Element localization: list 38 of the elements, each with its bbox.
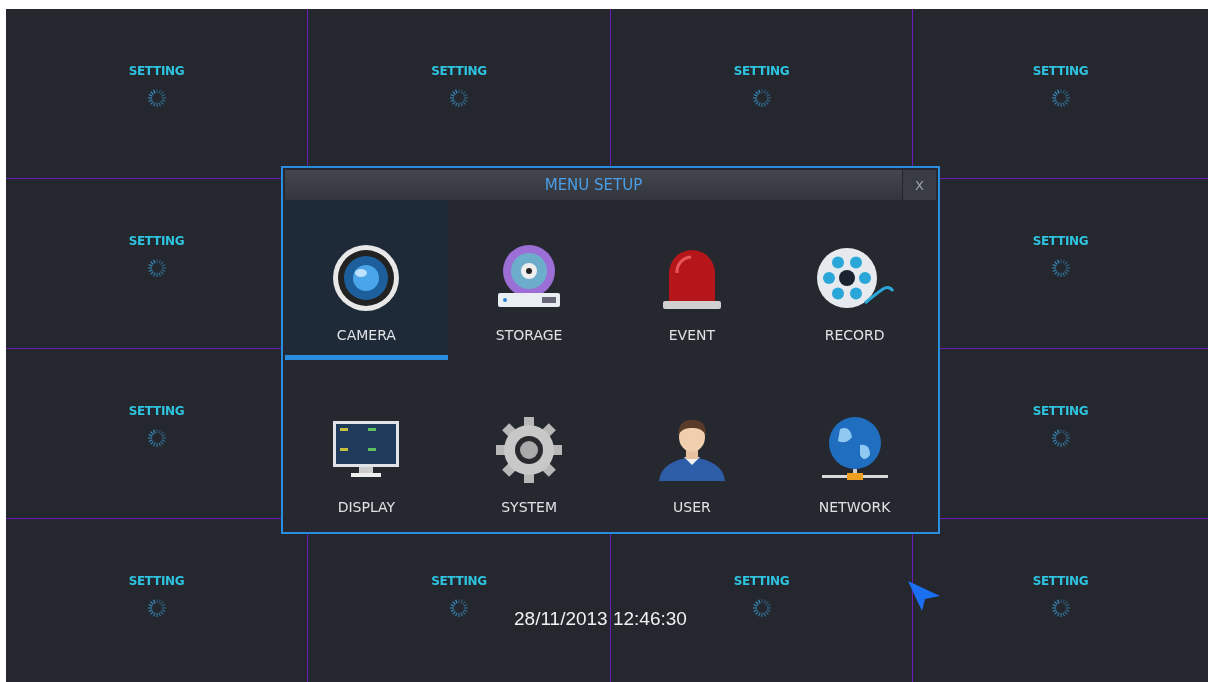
menu-item[interactable]: DISPLAY: [285, 360, 448, 532]
tile-label: SETTING: [733, 574, 790, 588]
camera-lens-icon: [331, 243, 402, 313]
tile-label: SETTING: [1032, 404, 1089, 418]
tile-label: SETTING: [128, 574, 185, 588]
tile-label: SETTING: [128, 64, 185, 78]
tile-label: SETTING: [128, 404, 185, 418]
loading-spinner-icon: [146, 428, 167, 448]
date-time: 28/11/2013 12:46:30: [514, 608, 687, 630]
loading-spinner-icon: [751, 88, 772, 108]
menu-item[interactable]: USER: [610, 360, 774, 532]
loading-spinner-icon: [449, 598, 469, 618]
menu-item[interactable]: RECORD: [773, 200, 936, 360]
tile-label: SETTING: [128, 234, 185, 248]
loading-spinner-icon: [146, 88, 167, 108]
loading-spinner-icon: [1050, 428, 1071, 448]
menu-item[interactable]: STORAGE: [447, 200, 611, 360]
menu-item[interactable]: SYSTEM: [447, 360, 611, 532]
close-button[interactable]: X: [902, 170, 936, 200]
loading-spinner-icon: [1050, 258, 1071, 278]
menu-item[interactable]: NETWORK: [773, 360, 936, 532]
loading-spinner-icon: [146, 258, 167, 278]
tile-label: SETTING: [1032, 64, 1089, 78]
tile-label: SETTING: [1032, 574, 1089, 588]
menu-item[interactable]: EVENT: [610, 200, 774, 360]
tile-label: SETTING: [431, 64, 487, 78]
menu-item[interactable]: CAMERA: [285, 200, 448, 360]
loading-spinner-icon: [146, 598, 167, 618]
loading-spinner-icon: [449, 88, 469, 108]
gear-icon: [494, 415, 565, 485]
tile-label: SETTING: [733, 64, 790, 78]
loading-spinner-icon: [751, 598, 772, 618]
loading-spinner-icon: [1050, 88, 1071, 108]
loading-spinner-icon: [1050, 598, 1071, 618]
tile-label: SETTING: [1032, 234, 1089, 248]
mouse-pointer-icon: [907, 580, 941, 612]
tile-label: SETTING: [431, 574, 487, 588]
dialog-title: MENU SETUP: [543, 175, 644, 196]
